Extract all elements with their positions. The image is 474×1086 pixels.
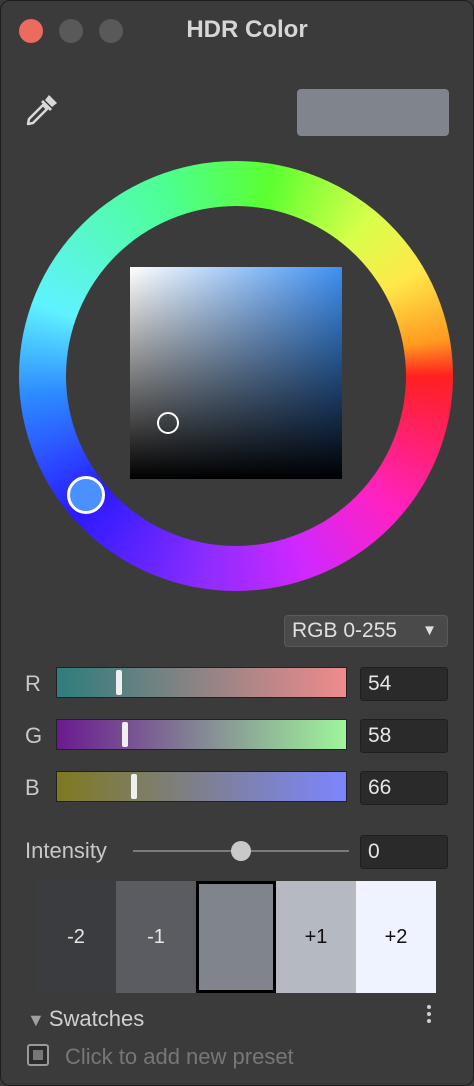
intensity-label: Intensity — [25, 838, 107, 863]
hdr-color-window: HDR Color RGB 0-255 ▼ R 54 G 58 B 66 Int… — [0, 0, 474, 1086]
channel-label-b: B — [25, 775, 40, 800]
red-value-field[interactable]: 54 — [360, 667, 448, 701]
green-slider-thumb[interactable] — [122, 722, 128, 747]
add-preset-button[interactable] — [27, 1044, 49, 1066]
blue-slider[interactable] — [56, 771, 347, 802]
channel-label-g: G — [25, 723, 43, 748]
channel-label-r: R — [25, 671, 41, 696]
hue-handle[interactable] — [67, 476, 105, 514]
exposure-swatch-plus-2[interactable]: +2 — [356, 881, 436, 993]
green-value-field[interactable]: 58 — [360, 719, 448, 753]
exposure-swatch-plus-1[interactable]: +1 — [276, 881, 356, 993]
red-slider-thumb[interactable] — [116, 670, 122, 695]
intensity-slider-thumb[interactable] — [231, 841, 251, 861]
green-slider[interactable] — [56, 719, 347, 750]
saturation-value-square[interactable] — [130, 267, 342, 479]
eyedropper-icon[interactable] — [23, 91, 61, 129]
color-preview — [297, 89, 449, 136]
saturation-value-handle[interactable] — [157, 412, 179, 434]
exposure-swatch-minus-2[interactable]: -2 — [36, 881, 116, 993]
blue-value-field[interactable]: 66 — [360, 771, 448, 805]
color-mode-dropdown[interactable]: RGB 0-255 ▼ — [284, 615, 448, 647]
intensity-value-field[interactable]: 0 — [360, 835, 448, 869]
blue-slider-thumb[interactable] — [131, 774, 137, 799]
color-wheel[interactable] — [19, 161, 453, 591]
exposure-swatch-minus-1[interactable]: -1 — [116, 881, 196, 993]
chevron-down-icon: ▼ — [422, 622, 437, 639]
swatches-header-label: Swatches — [48, 1006, 145, 1031]
swatches-header[interactable]: ▼ Swatches — [27, 1006, 144, 1032]
disclosure-triangle-icon[interactable]: ▼ — [27, 1010, 45, 1030]
exposure-swatch-current[interactable] — [196, 881, 276, 993]
color-mode-label: RGB 0-255 — [292, 619, 398, 642]
window-title: HDR Color — [186, 16, 308, 43]
title-bar[interactable]: HDR Color — [1, 1, 473, 59]
add-preset-hint: Click to add new preset — [65, 1044, 294, 1069]
more-options-icon[interactable] — [425, 1005, 433, 1029]
red-slider[interactable] — [56, 667, 347, 698]
